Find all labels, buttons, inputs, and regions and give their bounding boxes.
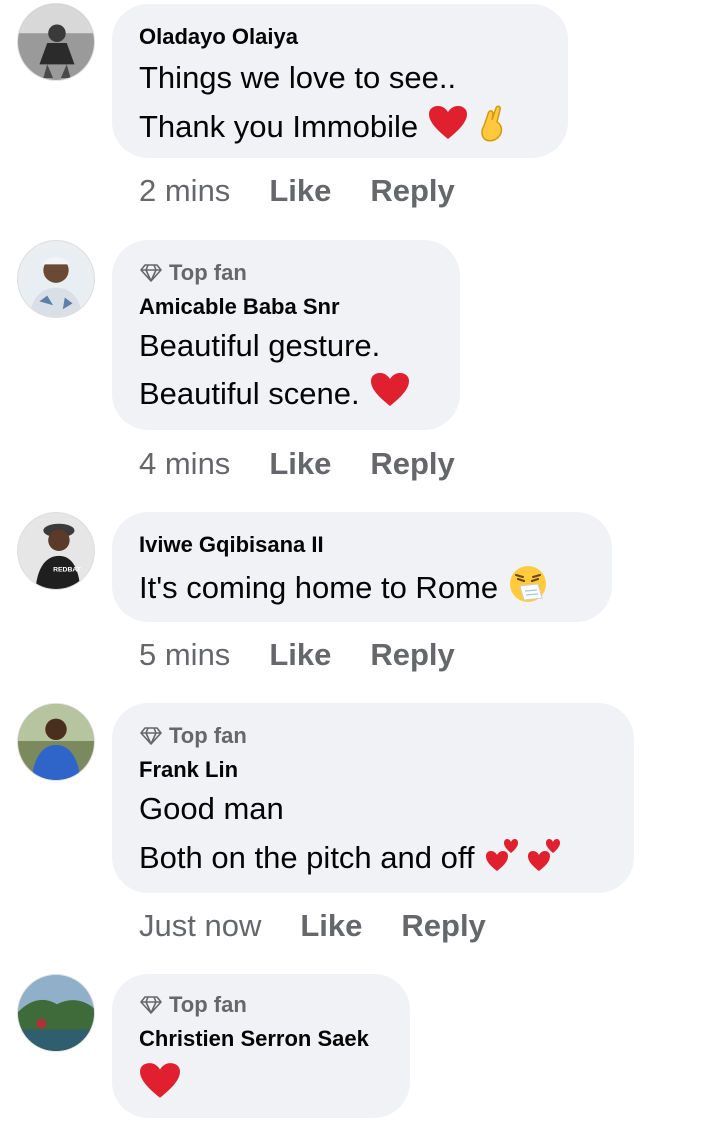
like-button[interactable]: Like [269, 637, 331, 673]
comment-time[interactable]: 2 mins [139, 173, 230, 209]
diamond-icon [140, 264, 162, 282]
comment-bubble: Top fan Amicable Baba Snr Beautiful gest… [112, 240, 460, 430]
svg-text:REDBAT: REDBAT [53, 566, 82, 573]
top-fan-badge: Top fan [139, 723, 247, 749]
avatar-photo-icon [18, 975, 94, 1051]
comment-text: Beautiful gesture. [139, 328, 381, 363]
reply-button[interactable]: Reply [370, 446, 454, 482]
comment-actions: Just now Like Reply [139, 908, 486, 944]
red-heart-icon [370, 372, 410, 416]
comment-time[interactable]: 4 mins [139, 446, 230, 482]
diamond-icon [140, 996, 162, 1014]
comment-text-line: It's coming home to Rome [139, 564, 548, 612]
like-button[interactable]: Like [269, 446, 331, 482]
comment-text: Things we love to see.. [139, 60, 457, 95]
avatar[interactable] [17, 974, 95, 1052]
comment-text: Good man [139, 791, 284, 826]
comment-text-line: Beautiful scene. [139, 372, 410, 416]
top-fan-badge: Top fan [139, 260, 247, 286]
top-fan-badge: Top fan [139, 992, 247, 1018]
avatar-photo-icon: REDBAT [18, 513, 94, 589]
comment-text: Thank you Immobile [139, 109, 419, 144]
comment-actions: 4 mins Like Reply [139, 446, 455, 482]
avatar[interactable] [17, 3, 95, 81]
diamond-icon [140, 727, 162, 745]
comment-author[interactable]: Iviwe Gqibisana II [139, 532, 324, 558]
comment-text: It's coming home to Rome [139, 570, 499, 605]
comment-bubble: Top fan Frank Lin Good man Both on the p… [112, 703, 634, 893]
sneezing-face-icon [508, 564, 548, 612]
comment-time[interactable]: Just now [139, 908, 261, 944]
comment-author[interactable]: Christien Serron Saek [139, 1026, 369, 1052]
avatar-photo-icon [18, 241, 94, 317]
comment-text-line [139, 1062, 181, 1108]
avatar[interactable]: REDBAT [17, 512, 95, 590]
like-button[interactable]: Like [300, 908, 362, 944]
red-heart-icon [139, 1062, 181, 1108]
reply-button[interactable]: Reply [370, 173, 454, 209]
top-fan-label: Top fan [169, 723, 247, 748]
comment-text: Both on the pitch and off [139, 840, 475, 875]
reply-button[interactable]: Reply [370, 637, 454, 673]
comment-text-line: Good man [139, 791, 284, 827]
comment-author[interactable]: Oladayo Olaiya [139, 24, 298, 50]
comment-author[interactable]: Frank Lin [139, 757, 238, 783]
avatar[interactable] [17, 240, 95, 318]
comment-author[interactable]: Amicable Baba Snr [139, 294, 340, 320]
comment-bubble: Iviwe Gqibisana II It's coming home to R… [112, 512, 612, 622]
comment-text: Beautiful scene. [139, 376, 360, 411]
red-heart-icon [428, 105, 468, 149]
comment-bubble: Oladayo Olaiya Things we love to see.. T… [112, 4, 568, 158]
revolving-hearts-icon [485, 835, 521, 881]
reply-button[interactable]: Reply [401, 908, 485, 944]
comment-bubble: Top fan Christien Serron Saek [112, 974, 410, 1118]
comment-actions: 2 mins Like Reply [139, 173, 455, 209]
comment-actions: 5 mins Like Reply [139, 637, 455, 673]
crossed-fingers-icon [478, 104, 508, 150]
revolving-hearts-icon [527, 835, 563, 881]
avatar[interactable] [17, 703, 95, 781]
comment-time[interactable]: 5 mins [139, 637, 230, 673]
comment-text-line: Things we love to see.. [139, 60, 456, 96]
comment-text-line: Thank you Immobile [139, 104, 508, 150]
comment-text-line: Both on the pitch and off [139, 835, 563, 881]
like-button[interactable]: Like [269, 173, 331, 209]
comment-text-line: Beautiful gesture. [139, 328, 380, 364]
avatar-photo-icon [18, 4, 94, 80]
avatar-photo-icon [18, 704, 94, 780]
top-fan-label: Top fan [169, 992, 247, 1017]
top-fan-label: Top fan [169, 260, 247, 285]
